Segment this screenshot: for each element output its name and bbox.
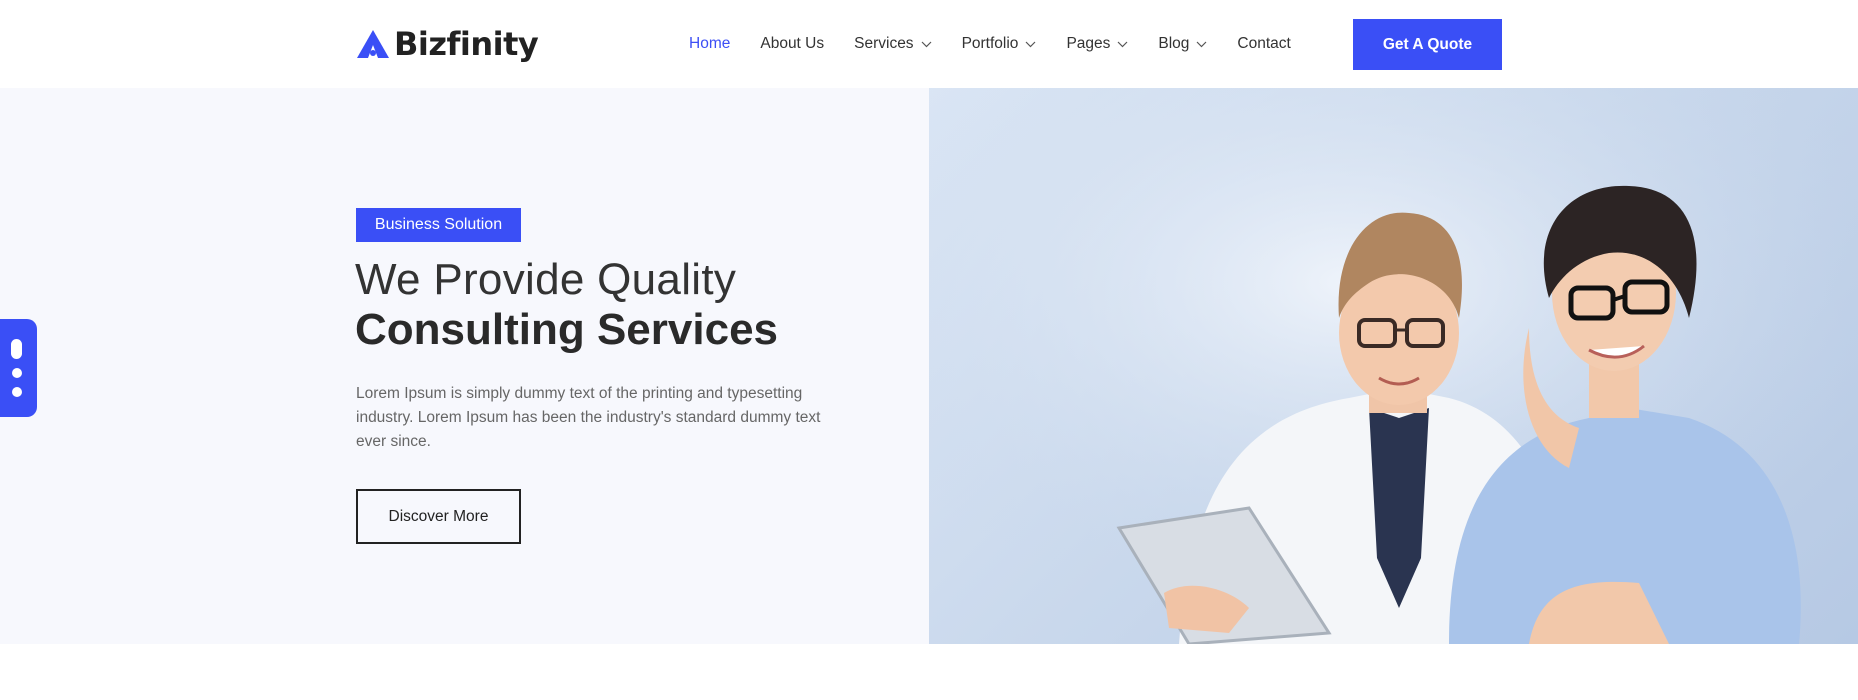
nav-item-about-us[interactable]: About Us (760, 35, 824, 53)
nav-item-pages[interactable]: Pages (1066, 35, 1128, 53)
side-widget-pill (11, 339, 22, 359)
chevron-down-icon (1025, 41, 1036, 48)
chevron-down-icon (1117, 41, 1128, 48)
nav-label: About Us (760, 35, 825, 52)
side-widget-dot (12, 387, 22, 397)
get-a-quote-button[interactable]: Get A Quote (1353, 19, 1502, 70)
hero-title-bold: Consulting Services (355, 305, 779, 354)
nav-item-home[interactable]: Home (689, 35, 730, 53)
chevron-down-icon (921, 41, 932, 48)
nav-label: Home (689, 35, 731, 52)
nav-item-services[interactable]: Services (854, 35, 931, 53)
nav-item-contact[interactable]: Contact (1237, 35, 1290, 53)
settings-dots-icon[interactable] (0, 319, 37, 417)
brand-name: Bizfinity (394, 25, 539, 63)
business-people-photo (929, 88, 1858, 644)
hero-badge: Business Solution (356, 208, 521, 242)
nav-item-portfolio[interactable]: Portfolio (962, 35, 1037, 53)
hero-description: Lorem Ipsum is simply dummy text of the … (356, 385, 821, 450)
hero-title-light: We Provide Quality (355, 255, 737, 304)
hero-text-panel (0, 88, 929, 644)
nav-label: Portfolio (961, 35, 1019, 52)
logo-icon (357, 30, 389, 58)
nav-item-blog[interactable]: Blog (1158, 35, 1207, 53)
nav-label: Blog (1158, 35, 1190, 52)
hero-image-panel (929, 88, 1858, 644)
nav-label: Services (854, 35, 914, 52)
nav-label: Pages (1066, 35, 1111, 52)
main-nav: Home About Us Services Portfolio Pages B… (689, 30, 1291, 58)
nav-label: Contact (1237, 35, 1291, 52)
logo[interactable]: Bizfinity (356, 24, 539, 64)
side-widget-dot (12, 368, 22, 378)
discover-more-button[interactable]: Discover More (356, 489, 521, 544)
chevron-down-icon (1196, 41, 1207, 48)
site-header: Bizfinity Home About Us Services Portfol… (0, 0, 1858, 88)
